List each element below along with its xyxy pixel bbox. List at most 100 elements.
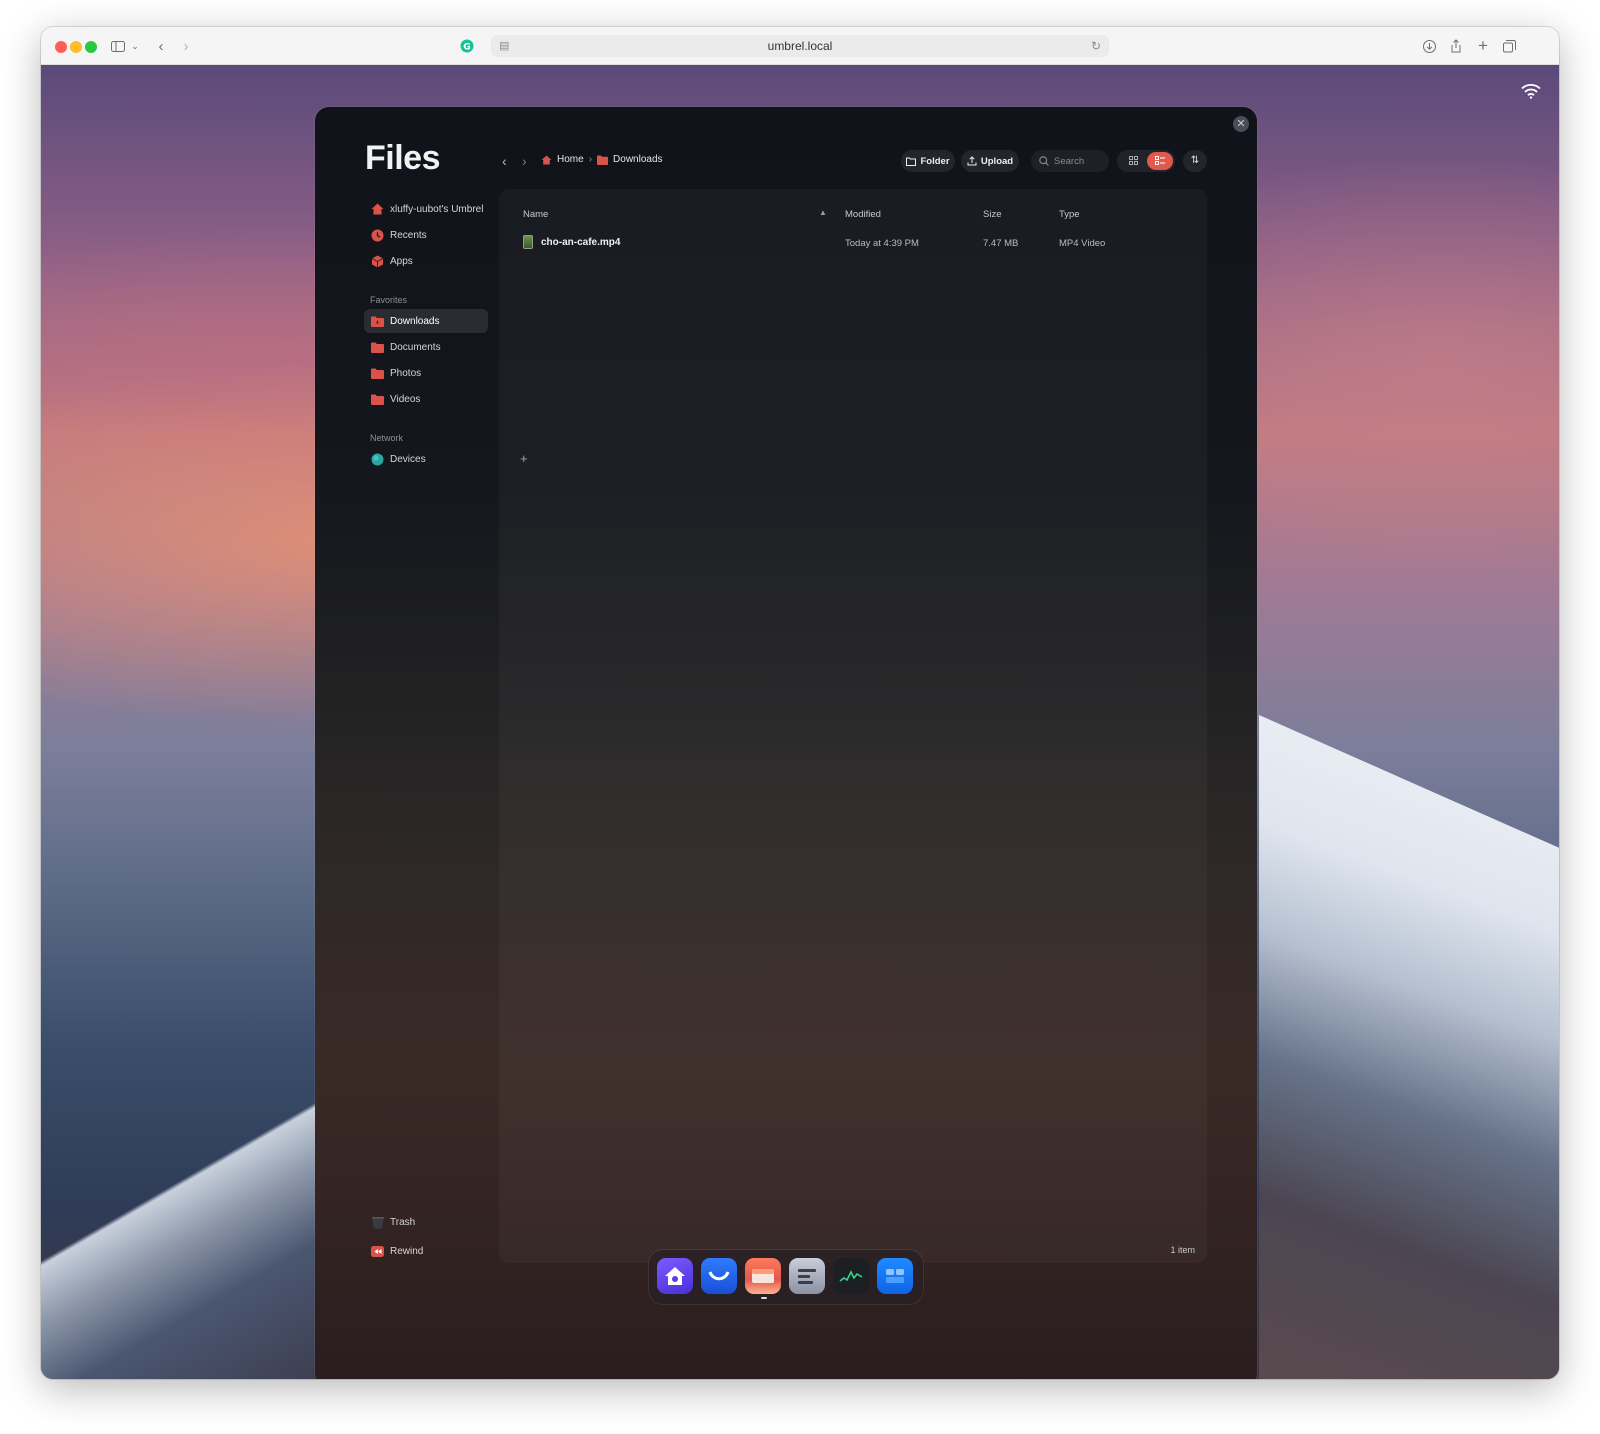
sort-ascending-icon[interactable]: ▲ <box>819 208 827 217</box>
wallpaper-mountain <box>41 1059 361 1379</box>
sidebar-item-label: Photos <box>390 367 422 379</box>
file-size: 7.47 MB <box>983 238 1019 249</box>
home-icon <box>371 203 384 216</box>
table-row[interactable]: cho-an-cafe.mp4 <box>523 235 620 249</box>
rewind-icon <box>371 1245 384 1258</box>
chevron-down-icon[interactable]: ⌄ <box>130 35 140 57</box>
umbrel-desktop: ✕ Files xluffy-uubot's Umbrel Recents Ap… <box>41 65 1559 1379</box>
sidebar-item-label: Devices <box>390 453 426 465</box>
file-modified: Today at 4:39 PM <box>845 238 919 249</box>
tab-overview-icon[interactable] <box>1501 35 1517 57</box>
file-type: MP4 Video <box>1059 238 1106 249</box>
list-view-icon[interactable] <box>1147 152 1173 170</box>
page-icon: ▤ <box>499 40 510 52</box>
search-input[interactable]: Search <box>1031 150 1109 172</box>
reload-icon[interactable]: ↻ <box>1091 35 1101 57</box>
settings-icon[interactable] <box>789 1258 825 1294</box>
folder-plus-icon <box>906 157 917 166</box>
svg-text:G: G <box>463 43 470 53</box>
breadcrumb-home[interactable]: Home <box>557 154 584 165</box>
files-window: ✕ Files xluffy-uubot's Umbrel Recents Ap… <box>315 107 1257 1379</box>
sidebar-item-label: xluffy-uubot's Umbrel <box>390 203 484 215</box>
sidebar-item-downloads[interactable]: Downloads <box>364 309 488 333</box>
breadcrumb-current[interactable]: Downloads <box>613 154 662 165</box>
sidebar-item-label: Downloads <box>390 315 440 327</box>
close-window-button[interactable] <box>55 41 67 53</box>
column-header-modified[interactable]: Modified <box>845 209 881 220</box>
grid-view-icon[interactable] <box>1121 152 1145 170</box>
sidebar-item-label: Rewind <box>390 1245 424 1257</box>
wifi-icon <box>1521 83 1541 99</box>
sidebar-item-apps[interactable]: Apps <box>364 249 488 273</box>
search-placeholder: Search <box>1054 155 1085 167</box>
folder-button-label: Folder <box>920 155 950 167</box>
url-text: umbrel.local <box>767 39 833 53</box>
sidebar-item-videos[interactable]: Videos <box>364 387 488 411</box>
app-store-icon[interactable] <box>701 1258 737 1294</box>
sidebar-item-label: Apps <box>390 255 413 267</box>
sidebar-item-home[interactable]: xluffy-uubot's Umbrel <box>364 197 488 221</box>
close-icon[interactable]: ✕ <box>1233 116 1249 132</box>
sidebar-item-devices[interactable]: Devices + <box>364 447 528 471</box>
breadcrumb: Home › Downloads <box>541 154 663 165</box>
folder-icon <box>371 341 384 354</box>
back-arrow-icon[interactable]: ‹ <box>154 35 168 57</box>
column-header-size[interactable]: Size <box>983 209 1001 220</box>
trash-icon <box>371 1216 384 1229</box>
sidebar-item-documents[interactable]: Documents <box>364 335 488 359</box>
new-folder-button[interactable]: Folder <box>901 150 955 172</box>
active-app-indicator <box>761 1297 767 1299</box>
sidebar-item-rewind[interactable]: Rewind <box>364 1239 488 1263</box>
sidebar-item-label: Trash <box>390 1216 416 1228</box>
page-title: Files <box>365 139 440 177</box>
sidebar-item-label: Recents <box>390 229 427 241</box>
maximize-window-button[interactable] <box>85 41 97 53</box>
globe-icon <box>371 453 384 466</box>
sidebar-item-label: Videos <box>390 393 421 405</box>
folder-icon <box>371 315 384 328</box>
folder-icon <box>597 155 609 165</box>
widgets-icon[interactable] <box>877 1258 913 1294</box>
files-app-icon[interactable] <box>745 1258 781 1294</box>
view-toggle <box>1117 150 1175 172</box>
upload-icon <box>967 156 977 166</box>
file-list-panel: Name ▲ Modified Size Type cho-an-cafe.mp… <box>499 189 1207 1263</box>
wallpaper-mountain <box>1259 715 1559 1379</box>
sidebar-toggle-icon[interactable] <box>109 35 127 57</box>
sidebar-item-photos[interactable]: Photos <box>364 361 488 385</box>
upload-button-label: Upload <box>980 155 1014 167</box>
browser-window: ⌄ ‹ › G ▤ umbrel.local ↻ + ✕ Files xluff… <box>41 27 1559 1379</box>
home-icon <box>541 155 552 165</box>
network-heading: Network <box>370 433 404 443</box>
browser-toolbar: ⌄ ‹ › G ▤ umbrel.local ↻ + <box>41 27 1559 65</box>
folder-icon <box>371 367 384 380</box>
forward-arrow-icon[interactable]: › <box>179 35 193 57</box>
grammarly-icon[interactable]: G <box>459 35 475 57</box>
clock-icon <box>371 229 384 242</box>
video-file-icon <box>523 235 533 249</box>
sidebar-item-recents[interactable]: Recents <box>364 223 488 247</box>
sidebar-item-trash[interactable]: Trash <box>364 1210 488 1234</box>
column-header-name[interactable]: Name <box>523 209 548 220</box>
minimize-window-button[interactable] <box>70 41 82 53</box>
search-icon <box>1039 156 1049 166</box>
download-icon[interactable] <box>1421 35 1437 57</box>
folder-icon <box>371 393 384 406</box>
file-name: cho-an-cafe.mp4 <box>541 236 621 248</box>
sidebar-item-label: Documents <box>390 341 441 353</box>
live-usage-icon[interactable] <box>833 1258 869 1294</box>
cube-icon <box>371 255 384 268</box>
back-icon[interactable]: ‹ <box>502 153 507 169</box>
column-header-type[interactable]: Type <box>1059 209 1080 220</box>
breadcrumb-separator: › <box>588 154 593 165</box>
favorites-heading: Favorites <box>370 295 408 305</box>
dock <box>649 1250 923 1304</box>
upload-button[interactable]: Upload <box>961 150 1019 172</box>
forward-icon[interactable]: › <box>522 153 527 169</box>
umbrel-home-icon[interactable] <box>657 1258 693 1294</box>
address-bar[interactable]: ▤ umbrel.local ↻ <box>491 35 1109 57</box>
new-tab-icon[interactable]: + <box>1475 35 1491 57</box>
sort-icon[interactable]: ⇅ <box>1183 150 1207 172</box>
item-count: 1 item <box>1170 1245 1195 1255</box>
share-icon[interactable] <box>1448 35 1464 57</box>
